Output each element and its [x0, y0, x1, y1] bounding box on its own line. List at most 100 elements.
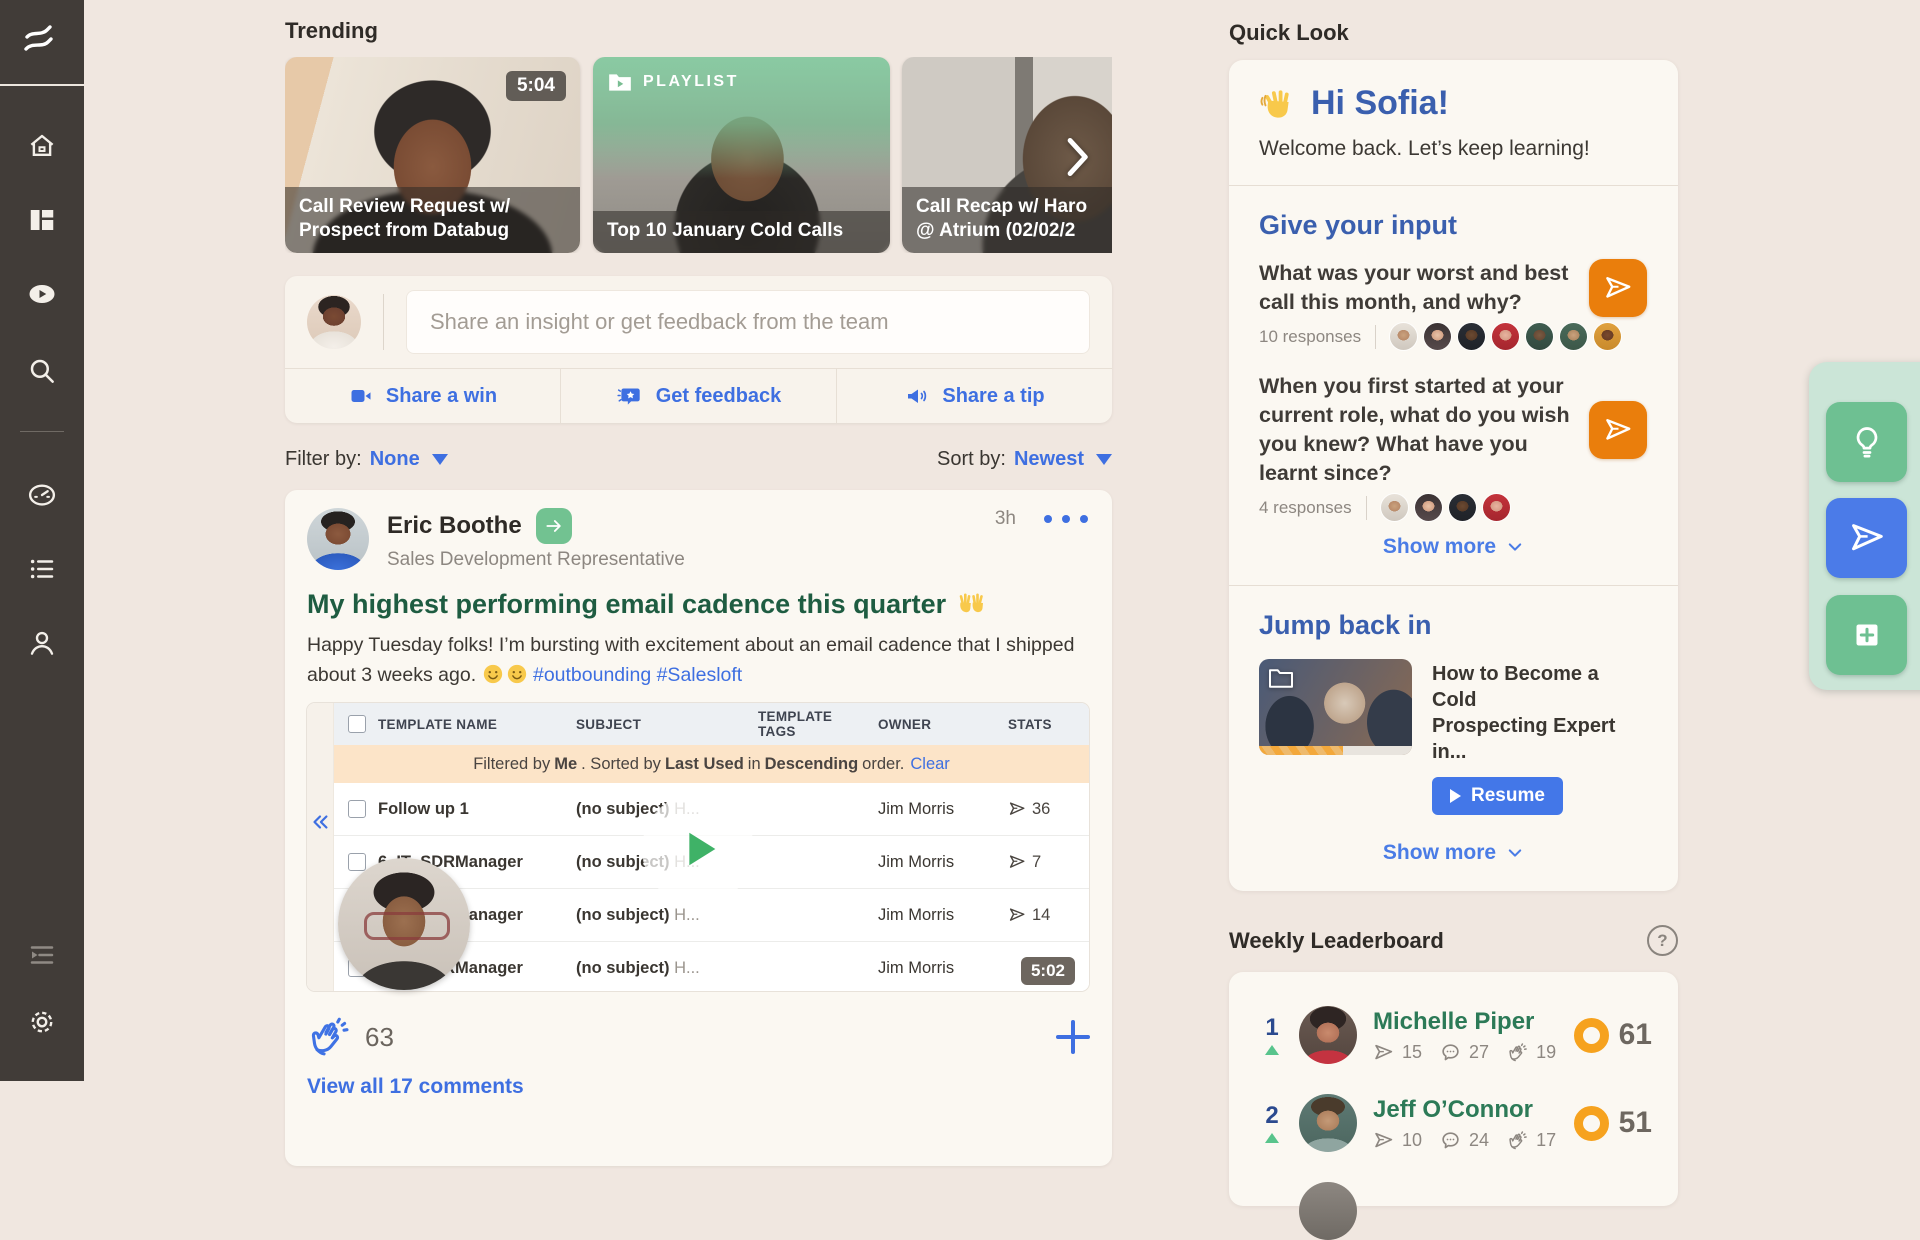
- help-icon[interactable]: ?: [1647, 925, 1678, 956]
- smiling-face-emojis: [482, 663, 528, 685]
- author-name[interactable]: Eric Boothe: [387, 512, 522, 540]
- sidebar-item-people[interactable]: [25, 626, 59, 660]
- row-checkbox[interactable]: [348, 853, 366, 871]
- filter-caret-icon[interactable]: [432, 454, 448, 465]
- col-header[interactable]: TEMPLATE TAGS: [758, 709, 878, 739]
- post-timestamp: 3h: [995, 508, 1016, 530]
- presenter-webcam-bubble: [338, 858, 470, 990]
- answer-question-button[interactable]: [1589, 259, 1647, 317]
- author-avatar[interactable]: [307, 508, 369, 570]
- sidebar-item-performance[interactable]: [25, 478, 59, 512]
- question-text: What was your worst and best call this m…: [1259, 259, 1589, 317]
- add-content-button[interactable]: [1826, 595, 1907, 675]
- greeting-subtitle: Welcome back. Let’s keep learning!: [1259, 137, 1648, 161]
- give-input-show-more[interactable]: Show more: [1259, 531, 1648, 561]
- row-checkbox[interactable]: [348, 800, 366, 818]
- sort-caret-icon[interactable]: [1096, 454, 1112, 465]
- score-donut-icon: [1574, 1018, 1609, 1053]
- video-play-button[interactable]: [642, 793, 754, 905]
- post-hashtags[interactable]: #outbounding #Salesloft: [533, 664, 742, 686]
- gauge-icon: [26, 480, 58, 510]
- filter-label: Filter by:: [285, 448, 362, 471]
- leaderboard-row[interactable]: 1 Michelle Piper 15 27 19 61: [1255, 1006, 1652, 1064]
- input-question: When you first started at your current r…: [1259, 372, 1648, 488]
- tip-lightbulb-button[interactable]: [1826, 402, 1907, 482]
- leaderboard-row-partial: [1255, 1182, 1652, 1240]
- sidebar-item-dashboard[interactable]: [25, 203, 59, 237]
- sidebar-item-settings[interactable]: [25, 1005, 59, 1039]
- score-value: 51: [1619, 1106, 1652, 1140]
- score-group: 61: [1574, 1018, 1652, 1053]
- current-user-avatar[interactable]: [307, 295, 361, 349]
- clear-filter-link[interactable]: Clear: [910, 755, 949, 774]
- sidebar-item-home[interactable]: [25, 129, 59, 163]
- feed-column: Trending 5:04 Call Review Request w/ Pro…: [285, 0, 1112, 1166]
- leaderboard-card: 1 Michelle Piper 15 27 19 61 2: [1229, 972, 1678, 1206]
- collapse-chevrons-icon[interactable]: [309, 811, 331, 833]
- sort-value[interactable]: Newest: [1014, 448, 1084, 471]
- arrow-right-icon: [544, 516, 564, 536]
- jump-back-show-more[interactable]: Show more: [1259, 837, 1648, 867]
- avatar: [1299, 1094, 1357, 1152]
- resume-button[interactable]: Resume: [1432, 777, 1563, 815]
- add-reaction-button[interactable]: [1056, 1020, 1090, 1054]
- col-header[interactable]: SUBJECT: [576, 717, 758, 732]
- course-title[interactable]: How to Become a Cold Prospecting Expert …: [1432, 661, 1648, 765]
- score-donut-icon: [1574, 1106, 1609, 1141]
- post-options-menu[interactable]: [1042, 509, 1090, 529]
- avatar: [1526, 323, 1553, 350]
- leaderboard-heading-row: Weekly Leaderboard ?: [1229, 925, 1678, 956]
- progress-bar: [1259, 746, 1412, 755]
- select-all-checkbox[interactable]: [348, 715, 366, 733]
- salesloft-logo[interactable]: [0, 0, 84, 86]
- col-header[interactable]: OWNER: [878, 717, 1008, 732]
- leader-name[interactable]: Michelle Piper: [1373, 1008, 1574, 1036]
- play-icon: [1450, 789, 1461, 803]
- floating-action-panel: [1809, 362, 1920, 690]
- carousel-next-button[interactable]: [1055, 135, 1099, 179]
- share-tip-button[interactable]: Share a tip: [836, 369, 1112, 423]
- course-thumbnail[interactable]: [1259, 659, 1412, 755]
- rank-up-icon: [1265, 1133, 1279, 1143]
- input-question: What was your worst and best call this m…: [1259, 259, 1648, 317]
- share-win-button[interactable]: Share a win: [285, 369, 560, 423]
- waving-hand-emoji: [1259, 86, 1297, 122]
- folder-icon: [1267, 667, 1295, 689]
- send-stat-icon: [1008, 853, 1026, 871]
- filter-value[interactable]: None: [370, 448, 420, 471]
- send-stat-icon: [1373, 1042, 1394, 1063]
- composer-input[interactable]: [406, 290, 1090, 354]
- avatar: [1449, 494, 1476, 521]
- rank-number: 1: [1265, 1016, 1278, 1040]
- responder-avatars[interactable]: [1390, 323, 1621, 350]
- share-send-button[interactable]: [1826, 498, 1907, 578]
- chevron-down-icon: [1506, 538, 1524, 556]
- give-input-section: Give your input What was your worst and …: [1229, 185, 1678, 585]
- view-comments-link[interactable]: View all 17 comments: [307, 1075, 1090, 1099]
- sidebar-item-videos[interactable]: [25, 277, 59, 311]
- sidebar-item-collapse-menu[interactable]: [25, 938, 59, 972]
- score-value: 61: [1619, 1018, 1652, 1052]
- get-feedback-button[interactable]: Get feedback: [560, 369, 836, 423]
- clap-stat-icon: [1507, 1130, 1528, 1151]
- author-arrow-badge[interactable]: [536, 508, 572, 544]
- responder-avatars[interactable]: [1381, 494, 1510, 521]
- clap-reaction[interactable]: 63: [307, 1015, 394, 1059]
- trending-card-playlist[interactable]: PLAYLIST Top 10 January Cold Calls: [593, 57, 890, 253]
- avatar: [1299, 1006, 1357, 1064]
- col-header[interactable]: TEMPLATE NAME: [378, 717, 576, 732]
- col-header[interactable]: STATS: [1008, 717, 1089, 732]
- sidebar-item-search[interactable]: [25, 354, 59, 388]
- trending-card-call-review[interactable]: 5:04 Call Review Request w/ Prospect fro…: [285, 57, 580, 253]
- avatar: [1381, 494, 1408, 521]
- author-role: Sales Development Representative: [387, 549, 995, 571]
- playlist-badge: PLAYLIST: [607, 71, 739, 93]
- sidebar-item-lists[interactable]: [25, 552, 59, 586]
- feed-controls: Filter by: None Sort by: Newest: [285, 444, 1112, 474]
- quick-look-heading: Quick Look: [1229, 20, 1678, 46]
- leaderboard-row[interactable]: 2 Jeff O’Connor 10 24 17 51: [1255, 1094, 1652, 1152]
- avatar: [1483, 494, 1510, 521]
- leader-name[interactable]: Jeff O’Connor: [1373, 1096, 1574, 1124]
- answer-question-button[interactable]: [1589, 401, 1647, 459]
- question-text: When you first started at your current r…: [1259, 372, 1589, 488]
